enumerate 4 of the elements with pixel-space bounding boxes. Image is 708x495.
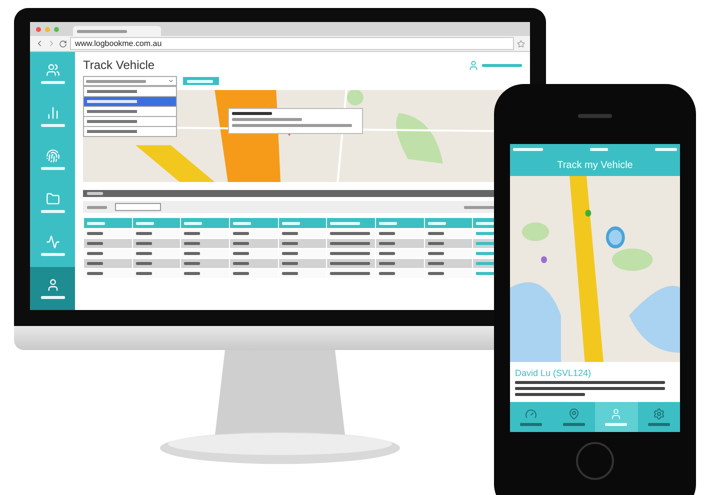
page-title: Track Vehicle <box>83 58 155 72</box>
vehicle-name: David Lu (SVL124) <box>515 368 592 378</box>
address-field[interactable]: www.logbookme.com.au <box>70 37 514 50</box>
app-title: Track my Vehicle <box>510 154 680 176</box>
